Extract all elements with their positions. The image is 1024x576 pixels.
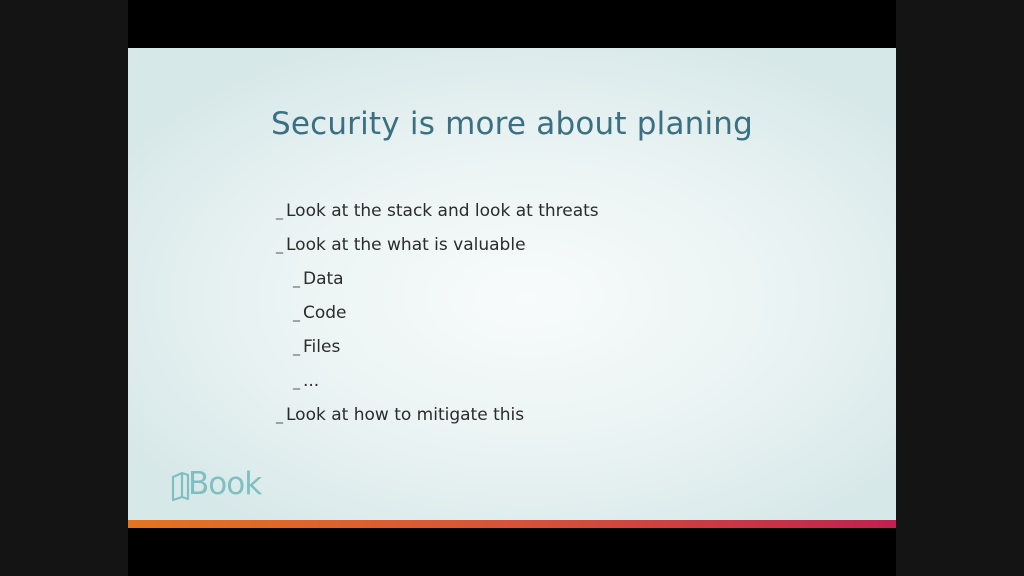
bullet-marker: _ [293, 306, 300, 322]
company-logo: Book [170, 466, 274, 504]
letterbox-left [0, 0, 128, 576]
book-outline-icon [171, 471, 190, 501]
accent-bar [128, 520, 896, 528]
sub-bullet-item: _ Files [276, 332, 599, 366]
bullet-list: _ Look at the stack and look at threats _… [276, 196, 599, 434]
bullet-item: _ Look at how to mitigate this [276, 400, 599, 434]
sub-bullet-item: _... [276, 366, 599, 400]
bullet-text: Code [303, 303, 347, 323]
bullet-marker: _ [276, 238, 283, 254]
letterbox-right [896, 0, 1024, 576]
slide-title: Security is more about planing [270, 106, 754, 142]
presentation-slide: Security is more about planing _ Look at … [128, 48, 896, 528]
bullet-marker: _ [293, 374, 300, 390]
bullet-marker: _ [293, 272, 300, 288]
sub-bullet-item: _ Code [276, 298, 599, 332]
bullet-text: Look at the what is valuable [286, 235, 526, 255]
bullet-item: _ Look at the stack and look at threats [276, 196, 599, 230]
logo-text: Book [188, 466, 262, 502]
bullet-text: Data [303, 269, 344, 289]
bullet-marker: _ [293, 340, 300, 356]
bullet-text: Look at the stack and look at threats [286, 201, 599, 221]
video-frame: Security is more about planing _ Look at … [0, 0, 1024, 576]
bullet-marker: _ [276, 408, 283, 424]
bullet-text: ... [303, 371, 320, 391]
bullet-item: _ Look at the what is valuable [276, 230, 599, 264]
bullet-marker: _ [276, 204, 283, 220]
bullet-text: Look at how to mitigate this [286, 405, 525, 425]
bullet-text: Files [303, 337, 341, 357]
sub-bullet-item: _ Data [276, 264, 599, 298]
